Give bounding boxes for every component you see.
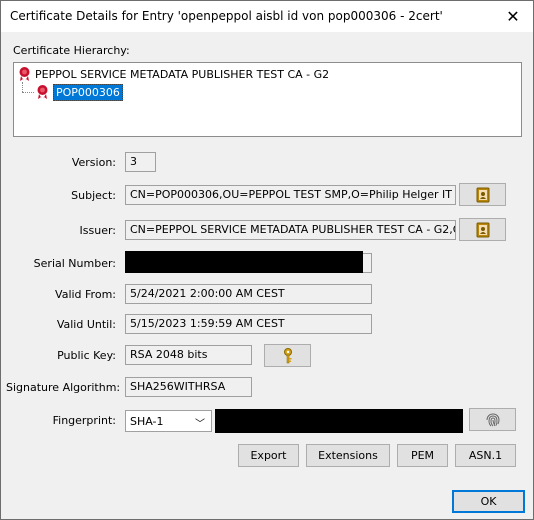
address-book-icon — [476, 222, 489, 237]
tree-item-root-label: PEPPOL SERVICE METADATA PUBLISHER TEST C… — [35, 67, 330, 81]
fingerprint-copy-button[interactable] — [469, 408, 516, 431]
asn1-button-label: ASN.1 — [468, 449, 503, 462]
chevron-down-icon: ﹀ — [195, 419, 205, 430]
close-button[interactable]: ✕ — [493, 1, 533, 32]
pem-button-label: PEM — [410, 449, 435, 462]
export-button-label: Export — [250, 449, 287, 462]
tree-item-child[interactable]: POP000306 — [35, 83, 123, 101]
valid-from-label: Valid From: — [55, 288, 116, 301]
tree-connector — [22, 82, 23, 92]
hierarchy-label: Certificate Hierarchy: — [13, 44, 130, 57]
subject-field[interactable]: CN=POP000306,OU=PEPPOL TEST SMP,O=Philip… — [125, 185, 456, 205]
valid-until-field[interactable]: 5/15/2023 1:59:59 AM CEST — [125, 314, 372, 334]
title-bar: Certificate Details for Entry 'openpeppo… — [1, 1, 533, 32]
dialog-body: Certificate Hierarchy: PEPPOL SERVICE ME… — [1, 32, 533, 519]
valid-from-field[interactable]: 5/24/2021 2:00:00 AM CEST — [125, 284, 372, 304]
version-field[interactable]: 3 — [125, 152, 156, 172]
fingerprint-label: Fingerprint: — [52, 414, 116, 427]
pem-button[interactable]: PEM — [397, 444, 448, 467]
signature-algorithm-field[interactable]: SHA256WITHRSA — [125, 377, 252, 397]
certificate-details-dialog: Certificate Details for Entry 'openpeppo… — [0, 0, 534, 520]
ok-button-label: OK — [480, 495, 497, 508]
issuer-details-button[interactable] — [459, 218, 506, 241]
version-label: Version: — [71, 156, 116, 169]
public-key-details-button[interactable] — [264, 344, 311, 367]
issuer-label: Issuer: — [79, 224, 116, 237]
public-key-field[interactable]: RSA 2048 bits — [125, 345, 252, 365]
issuer-field[interactable]: CN=PEPPOL SERVICE METADATA PUBLISHER TES… — [125, 220, 456, 240]
close-icon: ✕ — [506, 7, 520, 26]
redacted-serial-number — [125, 251, 363, 273]
asn1-button[interactable]: ASN.1 — [455, 444, 516, 467]
extensions-button[interactable]: Extensions — [306, 444, 390, 467]
tree-item-child-label: POP000306 — [53, 83, 123, 101]
valid-until-label: Valid Until: — [56, 318, 116, 331]
subject-label: Subject: — [71, 189, 116, 202]
export-button[interactable]: Export — [238, 444, 299, 467]
window-title: Certificate Details for Entry 'openpeppo… — [10, 9, 443, 23]
public-key-label: Public Key: — [57, 349, 116, 362]
tree-item-root[interactable]: PEPPOL SERVICE METADATA PUBLISHER TEST C… — [17, 65, 329, 83]
address-book-icon — [476, 187, 489, 202]
fingerprint-icon — [486, 413, 500, 426]
signature-algorithm-label: Signature Algorithm: — [6, 381, 121, 394]
extensions-button-label: Extensions — [318, 449, 378, 462]
certificate-seal-icon — [17, 66, 32, 82]
key-icon — [283, 347, 292, 363]
tree-connector — [22, 92, 34, 93]
redacted-fingerprint-value — [215, 409, 463, 433]
ok-button[interactable]: OK — [452, 490, 525, 513]
subject-details-button[interactable] — [459, 183, 506, 206]
certificate-hierarchy-tree[interactable]: PEPPOL SERVICE METADATA PUBLISHER TEST C… — [13, 62, 522, 137]
fingerprint-algorithm-value: SHA-1 — [130, 414, 164, 428]
serial-number-label: Serial Number: — [33, 257, 116, 270]
certificate-seal-icon — [35, 84, 50, 100]
fingerprint-algorithm-select[interactable]: SHA-1 ﹀ — [125, 410, 212, 432]
